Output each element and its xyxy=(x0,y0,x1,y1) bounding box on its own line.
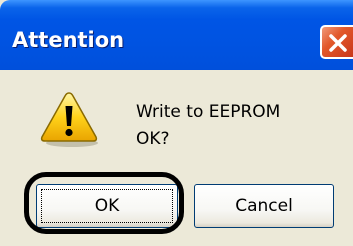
warning-icon xyxy=(40,92,98,147)
cancel-button[interactable]: Cancel xyxy=(194,184,334,228)
ok-highlight-circle xyxy=(24,172,184,234)
attention-dialog: Attention Write to EEPROM OK? OK Cancel xyxy=(0,0,353,246)
close-icon xyxy=(329,34,347,52)
close-button[interactable] xyxy=(320,25,353,59)
dialog-title: Attention xyxy=(12,28,125,52)
message-line-1: Write to EEPROM xyxy=(136,102,281,122)
message-line-2: OK? xyxy=(136,129,170,149)
dialog-message: Write to EEPROM OK? xyxy=(136,99,280,153)
cancel-button-label: Cancel xyxy=(235,196,293,216)
